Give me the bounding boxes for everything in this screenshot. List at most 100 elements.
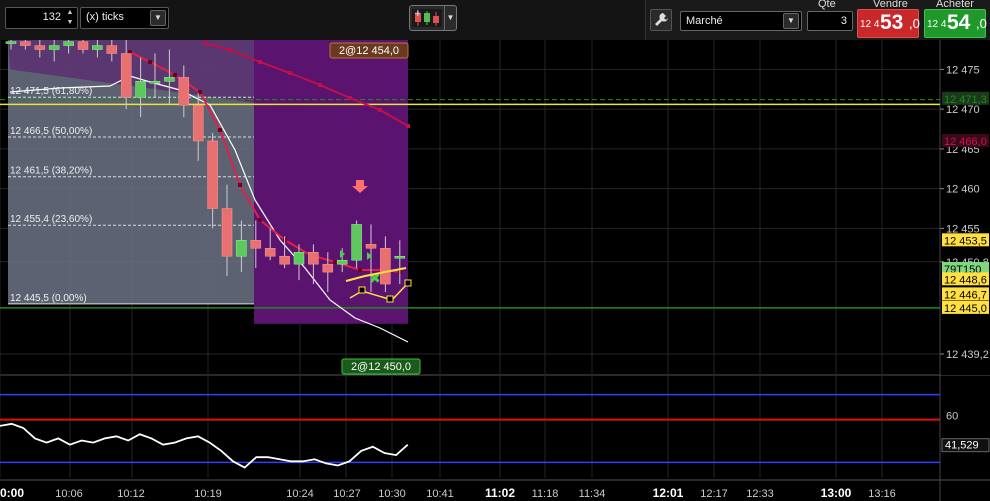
order-panel: Marché ▼ Qte 3 Vendre Acheter 12 4 53 ,0… bbox=[645, 0, 990, 40]
candle-body bbox=[164, 77, 175, 82]
price-marker: 12 448,6 bbox=[942, 272, 989, 286]
upper-band-dot bbox=[406, 124, 410, 128]
stop-marker bbox=[386, 295, 394, 303]
time-label: 0:00 bbox=[0, 486, 24, 500]
order-flag-label: 2@12 450,0 bbox=[351, 361, 411, 373]
moving-average-dot bbox=[258, 218, 262, 222]
oscillator-value-label: 41,529 bbox=[945, 440, 979, 452]
candle-body bbox=[120, 53, 132, 98]
price-tick-label: 12 439,2 bbox=[946, 349, 989, 361]
candle-body bbox=[293, 252, 305, 265]
sell-price-decimal: ,0 bbox=[909, 16, 920, 31]
time-label: 11:02 bbox=[485, 486, 515, 500]
period-value: 132 bbox=[42, 11, 61, 23]
stop-marker bbox=[404, 279, 412, 287]
candle-body bbox=[207, 140, 218, 209]
time-label: 10:12 bbox=[117, 488, 145, 500]
oscillator-tick-label: 60 bbox=[946, 411, 958, 423]
price-marker: 12 445,0 bbox=[942, 300, 989, 315]
time-label: 10:24 bbox=[286, 488, 314, 500]
price-tick-label: 12 475 bbox=[946, 64, 980, 76]
candles-icon: + bbox=[412, 9, 442, 27]
oscillator-line bbox=[0, 422, 409, 469]
upper-band-dot bbox=[288, 71, 292, 75]
chevron-down-icon[interactable]: ▼ bbox=[444, 6, 456, 30]
candle-body bbox=[5, 41, 17, 44]
oscillator-panel[interactable]: 60 41,529 bbox=[0, 393, 990, 469]
candle-body bbox=[149, 81, 161, 84]
moving-average-dot bbox=[173, 73, 177, 77]
sell-price-main: 53 bbox=[880, 11, 904, 34]
order-flag-label: 2@12 454,0 bbox=[339, 45, 399, 57]
wrench-icon bbox=[655, 13, 668, 26]
wrench-button[interactable] bbox=[650, 9, 672, 31]
price-marker: 12 471,3 bbox=[942, 91, 989, 106]
time-label: 10:19 bbox=[194, 488, 222, 500]
buy-price-prefix: 12 4 bbox=[927, 19, 947, 30]
fib-label: 12 471,5 (61,80%) bbox=[10, 86, 92, 97]
time-label: 10:06 bbox=[55, 488, 83, 500]
order-flag[interactable]: 2@12 454,0 bbox=[329, 42, 409, 59]
stop-marker bbox=[358, 286, 366, 294]
time-axis[interactable]: 0:00 10:06 10:12 10:19 10:24 10:27 10:30 10:41 1… bbox=[0, 486, 896, 500]
price-axis[interactable]: 12 47512 47012 46512 46012 45512 450,812… bbox=[940, 40, 990, 375]
candle-body bbox=[106, 45, 118, 54]
sell-button[interactable]: 12 4 53 ,0 bbox=[857, 9, 920, 38]
candle-body bbox=[336, 259, 348, 265]
price-tick-label: 12 470 bbox=[946, 104, 980, 116]
candle-body bbox=[135, 81, 146, 98]
candle-body bbox=[308, 252, 319, 265]
moving-average-dot bbox=[333, 260, 337, 264]
order-flag[interactable]: 2@12 450,0 bbox=[341, 358, 421, 375]
spin-down-icon[interactable]: ▼ bbox=[64, 18, 76, 28]
fib-label: 12 445,5 (0,00%) bbox=[10, 293, 87, 304]
price-chart[interactable]: 12 471,5 (61,80%) 12 466,5 (50,00%) 12 461… bbox=[0, 40, 990, 501]
upper-band-dot bbox=[228, 48, 232, 52]
price-marker-label: 12 446,7 bbox=[944, 289, 987, 301]
unit-select[interactable]: (x) ticks ▼ bbox=[80, 7, 169, 29]
moving-average-dot bbox=[148, 60, 152, 64]
candle-body bbox=[236, 240, 247, 257]
moving-average-dot bbox=[238, 183, 242, 187]
quantity-label: Qte bbox=[818, 0, 836, 10]
chart-type-button[interactable]: + ▼ bbox=[409, 5, 457, 31]
upper-band-dot bbox=[258, 60, 262, 64]
candle-body bbox=[34, 45, 46, 50]
time-label: 10:27 bbox=[333, 488, 361, 500]
price-marker-label: 12 445,0 bbox=[944, 303, 987, 315]
candle-body bbox=[264, 248, 276, 257]
candle-body bbox=[63, 41, 74, 46]
time-label: 12:33 bbox=[746, 488, 774, 500]
price-marker-label: 12 453,5 bbox=[944, 235, 987, 247]
chevron-down-icon[interactable]: ▼ bbox=[783, 13, 799, 29]
buy-price-main: 54 bbox=[947, 11, 971, 34]
candle-body bbox=[178, 77, 190, 106]
svg-text:+: + bbox=[414, 9, 422, 19]
fib-label: 12 466,5 (50,00%) bbox=[10, 126, 92, 137]
buy-button[interactable]: 12 4 54 ,0 bbox=[924, 9, 987, 38]
candle-body bbox=[250, 240, 262, 249]
time-label: 13:00 bbox=[821, 486, 852, 500]
fib-label: 12 461,5 (38,20%) bbox=[10, 166, 92, 177]
time-label: 12:17 bbox=[700, 488, 728, 500]
order-type-value: Marché bbox=[686, 15, 723, 27]
upper-band-dot bbox=[378, 108, 382, 112]
sell-price-prefix: 12 4 bbox=[860, 19, 880, 30]
price-marker-label: 12 471,3 bbox=[944, 94, 987, 106]
time-label: 10:30 bbox=[378, 488, 406, 500]
spin-up-icon[interactable]: ▲ bbox=[64, 8, 76, 18]
candle-body bbox=[380, 248, 391, 285]
time-label: 13:16 bbox=[868, 488, 896, 500]
period-input[interactable]: 132 ▲ ▼ bbox=[5, 7, 78, 29]
candle-body bbox=[365, 244, 377, 249]
candle-body bbox=[92, 45, 103, 50]
chevron-down-icon[interactable]: ▼ bbox=[150, 10, 166, 26]
order-type-select[interactable]: Marché ▼ bbox=[680, 11, 802, 31]
time-label: 11:18 bbox=[532, 488, 559, 500]
fib-label: 12 455,4 (23,60%) bbox=[10, 214, 92, 225]
time-label: 11:34 bbox=[579, 488, 606, 500]
candle-body bbox=[20, 41, 31, 46]
price-marker: 12 466,0 bbox=[942, 133, 989, 148]
quantity-input[interactable]: 3 bbox=[807, 11, 853, 31]
candle-body bbox=[394, 255, 406, 259]
